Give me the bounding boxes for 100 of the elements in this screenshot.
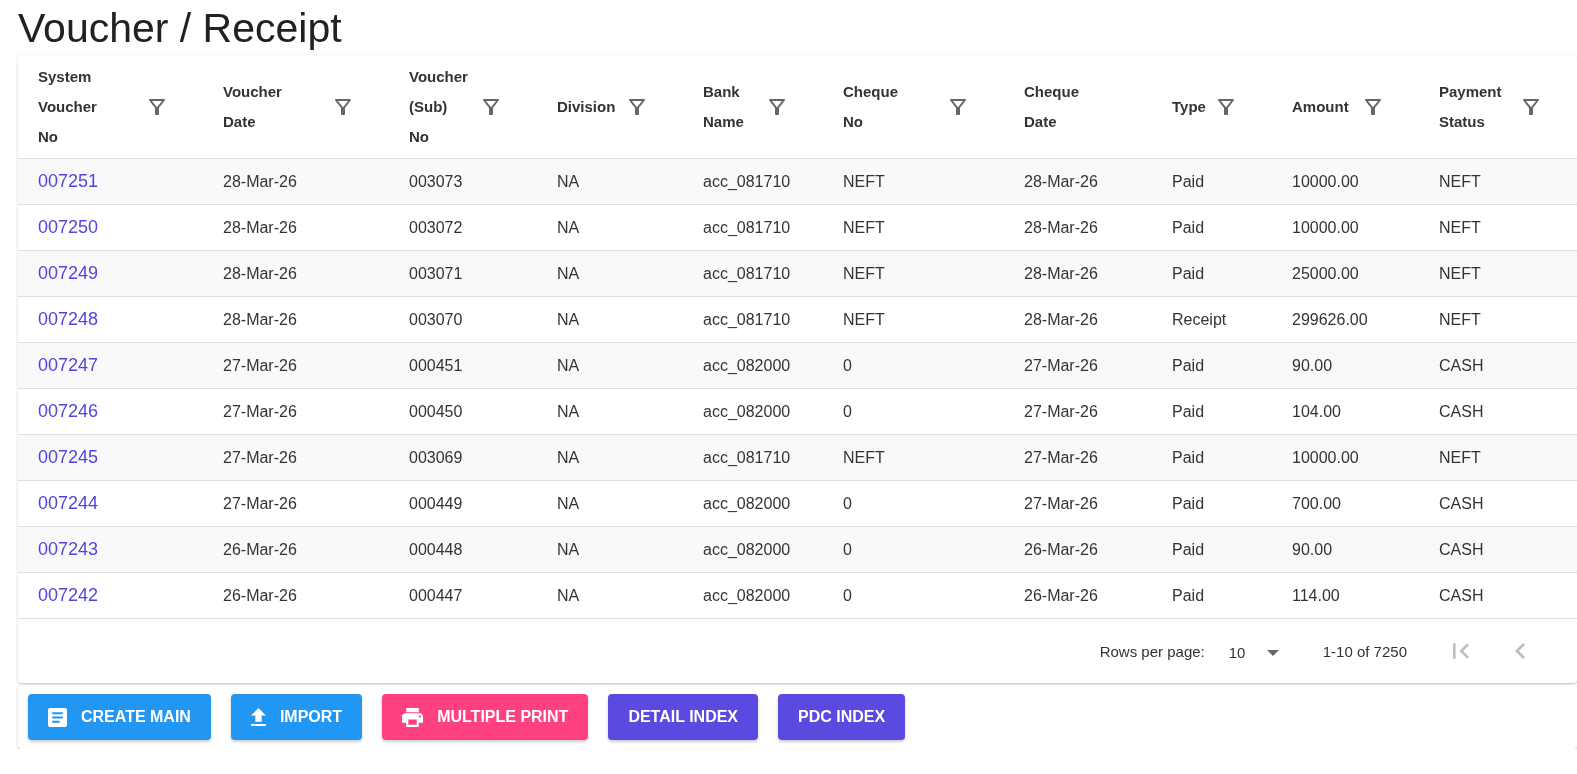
table-cell: 000449	[389, 480, 537, 527]
table-cell: NEFT	[1419, 434, 1577, 481]
table-cell: Paid	[1152, 388, 1272, 435]
column-header: Bank Name	[703, 81, 744, 132]
voucher-link[interactable]: 007248	[38, 309, 99, 329]
table-cell: NEFT	[1419, 250, 1577, 297]
import-button[interactable]: IMPORT	[230, 694, 363, 740]
table-cell: NA	[537, 526, 683, 573]
table-cell: Receipt	[1152, 296, 1272, 343]
voucher-link[interactable]: 007250	[38, 217, 99, 237]
column-header: System Voucher No	[38, 66, 97, 147]
filter-icon[interactable]	[769, 98, 785, 115]
table-cell: CASH	[1419, 572, 1577, 619]
table-cell: 003069	[389, 434, 537, 481]
page-range-label: 1-10 of 7250	[1322, 642, 1407, 660]
caret-icon	[1267, 649, 1280, 656]
table-cell: 27-Mar-26	[1004, 434, 1152, 481]
filter-icon[interactable]	[629, 98, 645, 115]
table-cell: 27-Mar-26	[1004, 388, 1152, 435]
rows-per-page-label: Rows per page:	[1099, 642, 1205, 660]
column-header: Type	[1172, 96, 1206, 117]
table-cell: NEFT	[823, 296, 1004, 343]
filter-icon[interactable]	[1523, 98, 1539, 115]
table-cell: 299626.00	[1272, 296, 1419, 343]
filter-icon[interactable]	[483, 98, 499, 115]
table-cell: 90.00	[1272, 526, 1419, 573]
column-header: Division	[557, 96, 616, 117]
table-cell: 0	[823, 480, 1004, 527]
table-cell: Paid	[1152, 158, 1272, 205]
table-cell: 28-Mar-26	[203, 158, 389, 205]
table-cell: 0	[823, 388, 1004, 435]
table-cell: 0	[823, 572, 1004, 619]
table-cell: 0	[823, 342, 1004, 389]
table-cell: acc_081710	[683, 434, 823, 481]
table-cell: Paid	[1152, 480, 1272, 527]
table-cell: 27-Mar-26	[203, 342, 389, 389]
table-cell: 28-Mar-26	[1004, 158, 1152, 205]
voucher-link[interactable]: 007249	[38, 263, 99, 283]
table-cell: 003072	[389, 204, 537, 251]
filter-icon[interactable]	[149, 98, 165, 115]
table-cell: Paid	[1152, 250, 1272, 297]
filter-icon[interactable]	[950, 98, 966, 115]
page-title: Voucher / Receipt	[17, 4, 343, 53]
print-button[interactable]: MULTIPLE PRINT	[382, 694, 589, 740]
table-cell: 26-Mar-26	[203, 572, 389, 619]
column-header: Amount	[1292, 96, 1349, 117]
table-cell: NA	[537, 434, 683, 481]
index-button[interactable]: DETAIL INDEX	[608, 694, 759, 740]
table-cell: 26-Mar-26	[1004, 526, 1152, 573]
table-cell: NEFT	[1419, 296, 1577, 343]
table-cell: 000451	[389, 342, 537, 389]
table-cell: NA	[537, 480, 683, 527]
table-cell: 700.00	[1272, 480, 1419, 527]
table-cell: 27-Mar-26	[203, 388, 389, 435]
table-cell: 26-Mar-26	[1004, 572, 1152, 619]
table-cell: NA	[537, 572, 683, 619]
table-cell: Paid	[1152, 572, 1272, 619]
table-cell: NEFT	[823, 434, 1004, 481]
table-cell: acc_082000	[683, 526, 823, 573]
voucher-link[interactable]: 007246	[38, 401, 99, 421]
voucher-link[interactable]: 007245	[38, 447, 99, 467]
table-cell: Paid	[1152, 526, 1272, 573]
voucher-link[interactable]: 007244	[38, 493, 99, 513]
voucher-link[interactable]: 007251	[38, 171, 99, 191]
index-button[interactable]: PDC INDEX	[778, 694, 906, 740]
table-cell: acc_081710	[683, 296, 823, 343]
voucher-link[interactable]: 007247	[38, 355, 99, 375]
table-cell: acc_082000	[683, 388, 823, 435]
table-cell: 27-Mar-26	[1004, 342, 1152, 389]
table-cell: NEFT	[823, 204, 1004, 251]
create-button[interactable]: CREATE MAIN	[28, 694, 211, 740]
table-cell: acc_082000	[683, 572, 823, 619]
column-header: Cheque No	[843, 81, 898, 132]
table-cell: NA	[537, 342, 683, 389]
table-cell: CASH	[1419, 480, 1577, 527]
column-header: Voucher (Sub) No	[409, 66, 468, 147]
filter-icon[interactable]	[335, 98, 351, 115]
voucher-link[interactable]: 007242	[38, 585, 99, 605]
column-header: Voucher Date	[223, 81, 282, 132]
table-cell: 10000.00	[1272, 158, 1419, 205]
table-cell: NEFT	[823, 158, 1004, 205]
filter-icon[interactable]	[1218, 98, 1234, 115]
table-cell: 000447	[389, 572, 537, 619]
table-cell: 90.00	[1272, 342, 1419, 389]
table-cell: 003073	[389, 158, 537, 205]
table-cell: NA	[537, 158, 683, 205]
table-cell: NEFT	[1419, 158, 1577, 205]
table-cell: NA	[537, 204, 683, 251]
table-cell: 27-Mar-26	[203, 434, 389, 481]
table-cell: NEFT	[823, 250, 1004, 297]
table-cell: 000448	[389, 526, 537, 573]
table-cell: 003070	[389, 296, 537, 343]
table-cell: NEFT	[1419, 204, 1577, 251]
table-cell: 27-Mar-26	[1004, 480, 1152, 527]
table-cell: NA	[537, 388, 683, 435]
table-cell: 10000.00	[1272, 204, 1419, 251]
table-cell: 000450	[389, 388, 537, 435]
filter-icon[interactable]	[1365, 98, 1381, 115]
voucher-link[interactable]: 007243	[38, 539, 99, 559]
rows-per-page-select[interactable]: 10	[1228, 641, 1289, 661]
